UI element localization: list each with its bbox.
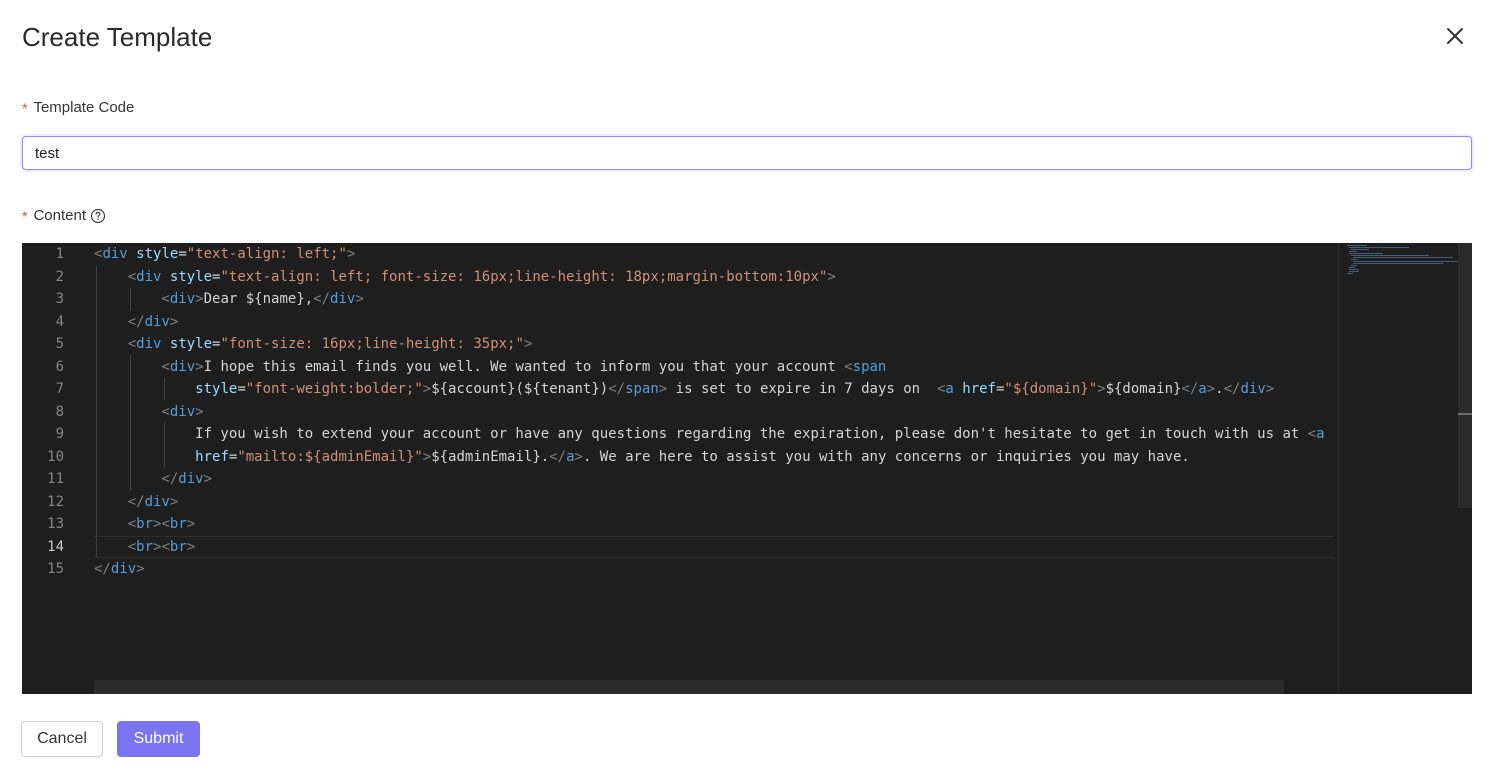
line-number: 7	[55, 381, 64, 397]
code-line[interactable]: </div>	[94, 311, 179, 334]
scrollbar-marker	[1458, 413, 1472, 415]
line-number: 1	[55, 246, 64, 262]
content-label-text: Content	[33, 207, 86, 224]
required-marker: *	[22, 207, 28, 224]
code-line[interactable]: <div>I hope this email finds you well. W…	[94, 356, 886, 379]
line-number: 10	[47, 448, 64, 465]
code-line[interactable]: <div style="font-size: 16px;line-height:…	[94, 333, 533, 356]
line-number-gutter: 1 2 3 4 5 6 7 8 9 10 11 12 13 14 15	[22, 243, 86, 694]
code-line[interactable]: <div style="text-align: left; font-size:…	[94, 266, 836, 289]
line-number: 5	[55, 336, 64, 352]
code-line[interactable]: </div>	[94, 491, 179, 514]
code-line[interactable]: style="font-weight:bolder;">${account}($…	[94, 378, 1274, 401]
code-editor[interactable]: 1 2 3 4 5 6 7 8 9 10 11 12 13 14 15 <div style="text-a…	[22, 243, 1472, 694]
cancel-button[interactable]: Cancel	[21, 721, 103, 757]
line-number: 3	[55, 291, 64, 307]
minimap[interactable]	[1338, 243, 1472, 694]
code-line[interactable]: </div>	[94, 558, 145, 581]
code-line[interactable]: href="mailto:${adminEmail}">${adminEmail…	[94, 446, 1190, 469]
submit-button[interactable]: Submit	[117, 721, 200, 757]
code-line[interactable]: <div>Dear ${name},</div>	[94, 288, 363, 311]
code-line[interactable]: <br><br>	[94, 513, 195, 536]
code-line[interactable]: <div style="text-align: left;">	[94, 243, 355, 266]
line-number: 13	[47, 516, 64, 532]
template-code-input[interactable]	[22, 136, 1472, 170]
dialog-title: Create Template	[22, 22, 213, 52]
code-line[interactable]: If you wish to extend your account or ha…	[94, 423, 1324, 446]
line-number: 4	[55, 313, 64, 330]
line-number: 14	[47, 538, 64, 555]
horizontal-scrollbar[interactable]	[94, 680, 1284, 694]
content-label: * Content	[22, 207, 106, 224]
line-number: 15	[47, 561, 64, 577]
template-code-label-text: Template Code	[33, 99, 135, 116]
scrollbar-thumb[interactable]	[1458, 243, 1472, 508]
close-icon	[1447, 28, 1463, 44]
code-line[interactable]: </div>	[94, 468, 212, 491]
code-line[interactable]: <div>	[94, 401, 203, 424]
code-area[interactable]: <div style="text-align: left;"> <div sty…	[94, 243, 1334, 694]
line-number: 8	[55, 403, 64, 420]
line-number: 9	[55, 426, 64, 442]
line-number: 12	[47, 493, 64, 510]
line-number: 2	[55, 268, 64, 285]
question-circle-icon[interactable]	[90, 208, 106, 224]
template-code-label: * Template Code	[22, 99, 134, 116]
line-number: 11	[47, 471, 64, 487]
required-marker: *	[22, 99, 28, 116]
code-line[interactable]: <br><br>	[94, 536, 195, 559]
line-number: 6	[55, 358, 64, 375]
vertical-scrollbar[interactable]	[1458, 243, 1472, 694]
close-button[interactable]	[1441, 22, 1469, 50]
